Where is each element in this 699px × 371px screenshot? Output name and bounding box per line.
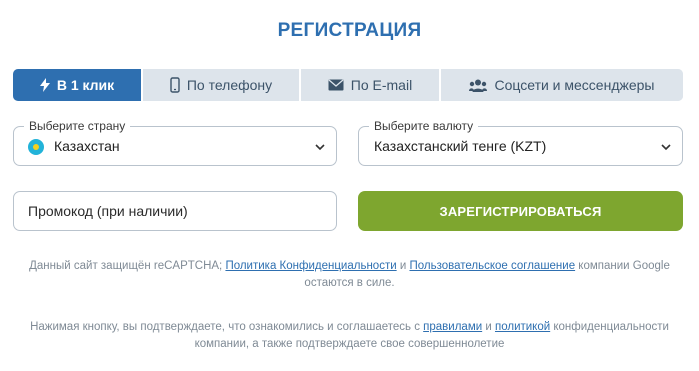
registration-tabs: В 1 клик По телефону По E-mail Соцсети и… — [13, 69, 683, 101]
terms-notice: Нажимая кнопку, вы подтверждаете, что оз… — [30, 319, 669, 353]
recaptcha-notice: Данный сайт защищён reCAPTCHA; Политика … — [20, 258, 679, 292]
recaptcha-text: Данный сайт защищён reCAPTCHA; — [29, 260, 226, 272]
terms-text: Нажимая кнопку, вы подтверждаете, что оз… — [30, 321, 424, 333]
tab-phone[interactable]: По телефону — [143, 69, 301, 101]
currency-select[interactable]: Выберите валюту Казахстанский тенге (KZT… — [358, 119, 683, 166]
tab-label: Соцсети и мессенджеры — [494, 77, 655, 93]
phone-icon — [170, 77, 180, 93]
country-select[interactable]: Выберите страну Казахстан — [13, 119, 337, 166]
country-select-label: Выберите страну — [24, 119, 131, 133]
policy-link[interactable]: политикой — [495, 321, 550, 333]
chevron-down-icon — [314, 140, 326, 158]
register-button[interactable]: ЗАРЕГИСТРИРОВАТЬСЯ — [358, 191, 683, 231]
promo-code-input[interactable] — [13, 191, 337, 231]
tab-social[interactable]: Соцсети и мессенджеры — [441, 69, 683, 101]
registration-form: РЕГИСТРАЦИЯ В 1 клик По телефону По E-ma… — [0, 0, 699, 371]
currency-select-value: Казахстанский тенге (KZT) — [374, 138, 547, 154]
users-icon — [469, 79, 488, 92]
country-select-value: Казахстан — [54, 138, 120, 154]
chevron-down-icon — [660, 140, 672, 158]
envelope-icon — [328, 79, 344, 91]
kazakhstan-flag-icon — [28, 139, 44, 155]
tab-email[interactable]: По E-mail — [301, 69, 441, 101]
terms-text: и — [482, 321, 495, 333]
page-title: РЕГИСТРАЦИЯ — [277, 20, 422, 41]
rules-link[interactable]: правилами — [423, 321, 482, 333]
tab-one-click[interactable]: В 1 клик — [13, 69, 143, 101]
tab-label: По E-mail — [350, 77, 413, 93]
privacy-policy-link[interactable]: Политика Конфиденциальности — [225, 260, 396, 272]
lightning-icon — [39, 78, 50, 92]
currency-select-label: Выберите валюту — [369, 119, 479, 133]
tab-label: По телефону — [186, 77, 273, 93]
terms-of-service-link[interactable]: Пользовательское соглашение — [409, 260, 575, 272]
recaptcha-text: и — [396, 260, 410, 272]
tab-label: В 1 клик — [56, 77, 115, 93]
